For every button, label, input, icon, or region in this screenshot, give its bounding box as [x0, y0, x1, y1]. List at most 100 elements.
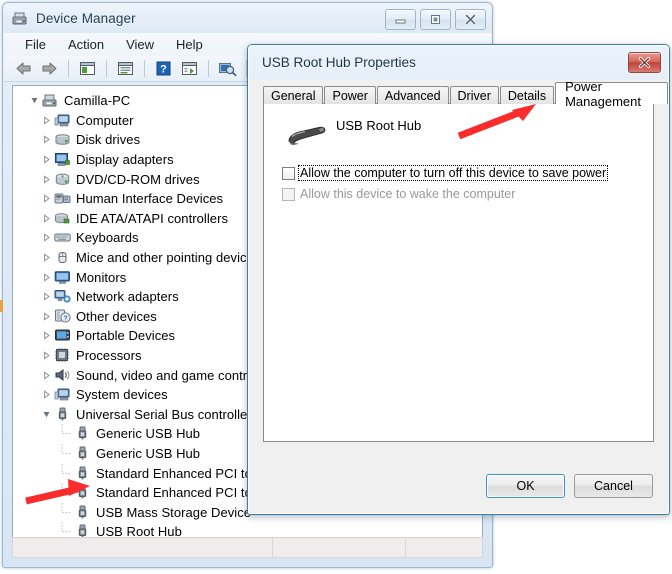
- tab-power-management[interactable]: Power Management: [555, 79, 668, 109]
- tree-item-label: Universal Serial Bus controllers: [76, 406, 259, 422]
- minimize-button[interactable]: [385, 9, 416, 30]
- toolbar-separator: [144, 60, 145, 77]
- tab-details[interactable]: Details: [499, 86, 555, 104]
- tree-connector: [59, 463, 74, 483]
- tree-item-label: Camilla-PC: [64, 93, 131, 109]
- expand-collapse-chevron-right-icon[interactable]: [39, 150, 54, 169]
- dialog-tab-strip: General Power Advanced Driver Details Po…: [263, 79, 668, 109]
- tree-item-label: USB Root Hub: [96, 524, 182, 538]
- tree-item-label: USB Mass Storage Device: [96, 504, 252, 520]
- expand-collapse-chevron-right-icon[interactable]: [39, 170, 54, 189]
- computer-icon: [54, 112, 71, 129]
- toolbar-separator: [68, 60, 69, 77]
- maximize-button[interactable]: [420, 9, 451, 30]
- menu-view[interactable]: View: [115, 35, 165, 54]
- tab-power[interactable]: Power: [324, 86, 376, 104]
- toolbar-separator: [106, 60, 107, 77]
- back-arrow-icon[interactable]: [12, 58, 35, 79]
- usb-device-icon: [74, 445, 91, 462]
- expand-collapse-chevron-right-icon[interactable]: [39, 307, 54, 326]
- tree-connector: [59, 424, 74, 443]
- tree-connector: [59, 483, 74, 502]
- expand-collapse-chevron-right-icon[interactable]: [39, 287, 54, 306]
- device-manager-titlebar: Device Manager: [3, 3, 492, 33]
- usb-device-icon: [74, 465, 91, 482]
- tree-item-label: Disk drives: [76, 132, 141, 148]
- dialog-close-button[interactable]: [628, 52, 661, 73]
- menu-help[interactable]: Help: [165, 35, 214, 54]
- tree-item-label: Human Interface Devices: [76, 191, 224, 207]
- forward-arrow-icon[interactable]: [38, 58, 61, 79]
- expand-collapse-chevron-down-icon[interactable]: [39, 405, 54, 424]
- expand-collapse-chevron-right-icon[interactable]: [39, 111, 54, 130]
- other-device-icon: ?: [54, 308, 71, 325]
- tab-driver[interactable]: Driver: [449, 86, 499, 104]
- sound-device-icon: [54, 367, 71, 384]
- allow-wake-computer-row: Allow this device to wake the computer: [282, 187, 516, 201]
- hid-icon: [54, 190, 71, 207]
- scan-magnifier-icon[interactable]: [216, 58, 239, 79]
- window-title: Device Manager: [36, 10, 136, 26]
- device-name-label: USB Root Hub: [336, 118, 422, 133]
- menu-file[interactable]: File: [14, 35, 57, 54]
- tree-item-label: Processors: [76, 348, 142, 364]
- close-button[interactable]: [455, 9, 486, 30]
- allow-turn-off-device-row[interactable]: Allow the computer to turn off this devi…: [282, 165, 609, 181]
- power-management-tab-panel: USB Root Hub Allow the computer to turn …: [263, 103, 654, 442]
- expand-collapse-chevron-right-icon[interactable]: [39, 209, 54, 228]
- expand-collapse-chevron-down-icon[interactable]: [27, 91, 42, 110]
- tree-connector: [59, 522, 74, 537]
- usb-device-icon: [74, 504, 91, 521]
- dialog-button-row: OK Cancel: [486, 474, 653, 498]
- tree-item-label: Generic USB Hub: [96, 426, 201, 442]
- tab-advanced[interactable]: Advanced: [376, 86, 449, 104]
- tree-item-label: Network adapters: [76, 289, 179, 305]
- processor-icon: [54, 347, 71, 364]
- allow-turn-off-device-checkbox[interactable]: [282, 166, 295, 180]
- tab-general[interactable]: General: [263, 86, 324, 104]
- details-window-icon[interactable]: [178, 58, 201, 79]
- tree-item-label: System devices: [76, 387, 168, 403]
- expand-collapse-chevron-right-icon[interactable]: [39, 326, 54, 345]
- help-question-icon[interactable]: ?: [152, 58, 175, 79]
- expand-collapse-chevron-right-icon[interactable]: [39, 268, 54, 287]
- ok-button[interactable]: OK: [486, 474, 565, 498]
- tree-item-label: Monitors: [76, 269, 127, 285]
- dialog-titlebar: USB Root Hub Properties: [249, 46, 668, 79]
- allow-wake-computer-checkbox: [282, 187, 295, 201]
- tree-connector: [59, 443, 74, 463]
- tree-item-label: Portable Devices: [76, 328, 176, 344]
- expand-collapse-chevron-right-icon[interactable]: [39, 248, 54, 267]
- system-device-icon: [54, 386, 71, 403]
- keyboard-icon: [54, 229, 71, 246]
- expand-collapse-chevron-right-icon[interactable]: [39, 189, 54, 208]
- expand-collapse-chevron-right-icon[interactable]: [39, 228, 54, 247]
- allow-turn-off-device-label: Allow the computer to turn off this devi…: [297, 165, 609, 181]
- usb-device-icon: [74, 523, 91, 537]
- expand-collapse-chevron-right-icon[interactable]: [39, 385, 54, 404]
- tree-connector: [59, 502, 74, 522]
- tree-item-usb-root-hub[interactable]: USB Root Hub: [13, 522, 482, 538]
- tree-item-label: Generic USB Hub: [96, 445, 201, 461]
- tree-item-label: Mice and other pointing devices: [76, 250, 261, 266]
- menu-action[interactable]: Action: [57, 35, 115, 54]
- properties-window-icon[interactable]: [76, 58, 99, 79]
- expand-collapse-chevron-right-icon[interactable]: [39, 130, 54, 149]
- left-edge-marker: [0, 300, 3, 312]
- expand-collapse-chevron-right-icon[interactable]: [39, 366, 54, 385]
- list-window-icon[interactable]: [114, 58, 137, 79]
- monitor-icon: [54, 269, 71, 286]
- cancel-button[interactable]: Cancel: [574, 474, 653, 498]
- expand-collapse-chevron-right-icon[interactable]: [39, 346, 54, 365]
- tree-item-label: Other devices: [76, 308, 157, 324]
